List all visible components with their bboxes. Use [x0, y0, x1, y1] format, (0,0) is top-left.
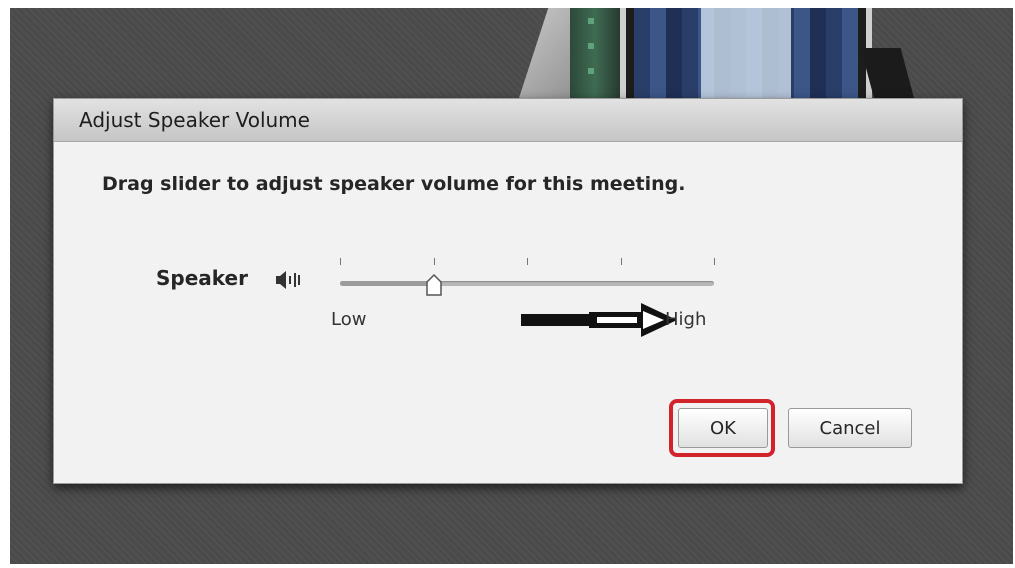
background-object [570, 8, 620, 108]
slider-tick [340, 258, 341, 265]
dialog-title: Adjust Speaker Volume [79, 108, 310, 132]
instruction-text: Drag slider to adjust speaker volume for… [102, 173, 686, 195]
speaker-label: Speaker [156, 266, 248, 290]
slider-thumb[interactable] [425, 274, 443, 296]
ok-button[interactable]: OK [678, 408, 768, 448]
arrow-right-icon [521, 303, 677, 337]
speaker-volume-icon [276, 271, 300, 289]
slider-tick [433, 258, 435, 265]
slider-low-label: Low [331, 309, 367, 330]
slider-high-label: High [665, 309, 707, 330]
slider-tick [527, 258, 528, 265]
adjust-speaker-volume-dialog: Adjust Speaker Volume Drag slider to adj… [53, 98, 963, 484]
slider-tick [620, 258, 622, 265]
slider-track[interactable] [340, 281, 714, 286]
cancel-button[interactable]: Cancel [788, 408, 912, 448]
dialog-titlebar[interactable]: Adjust Speaker Volume [54, 99, 962, 142]
slider-tick [714, 258, 715, 265]
slider-track-fill [340, 281, 434, 286]
background-monitor [620, 8, 872, 108]
